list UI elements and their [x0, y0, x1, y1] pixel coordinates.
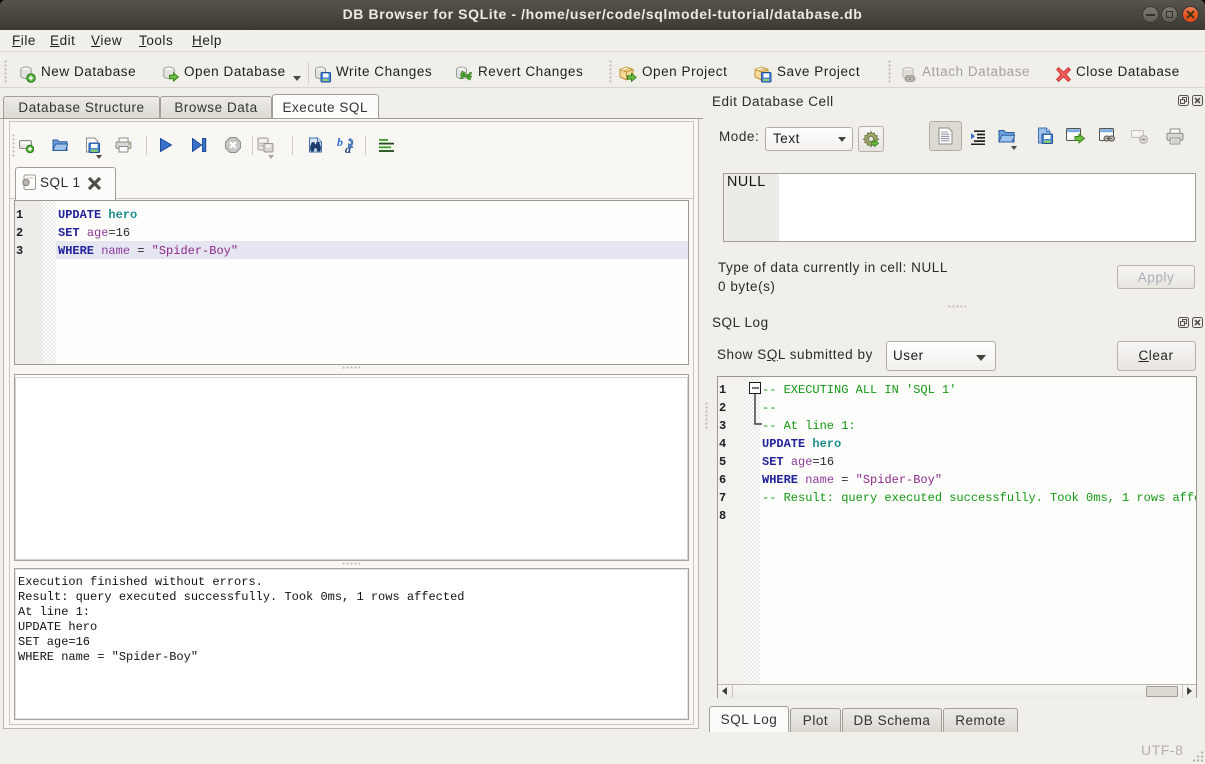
- svg-text:b: b: [337, 136, 344, 149]
